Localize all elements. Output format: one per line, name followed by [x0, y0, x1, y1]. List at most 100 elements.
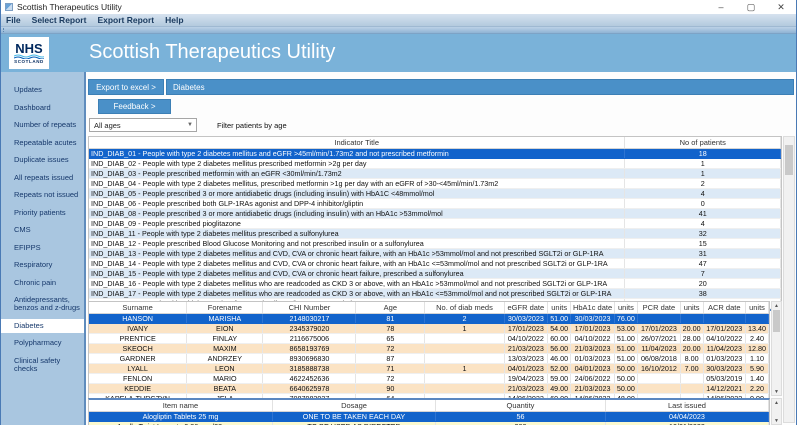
indicator-table: Indicator Title No of patients IND_DIAB_…: [88, 136, 782, 311]
sidebar-item-dashboard[interactable]: Dashboard: [1, 101, 84, 115]
sidebar-item-chronic-pain[interactable]: Chronic pain: [1, 276, 84, 290]
indicator-row[interactable]: IND_DIAB_15 - People with type 2 diabete…: [89, 268, 781, 278]
cell-egfr_date: 04/01/2023: [504, 363, 547, 373]
indicator-row[interactable]: IND_DIAB_16 - People with type 2 diabete…: [89, 278, 781, 288]
patient-row[interactable]: HANSONMARISHA214803021781230/03/202351.0…: [89, 313, 769, 323]
indicator-row[interactable]: IND_DIAB_03 - People prescribed metformi…: [89, 168, 781, 178]
cell-acr_date: 30/03/2023: [703, 363, 745, 373]
sidebar-item-repeats-not-issued[interactable]: Repeats not issued: [1, 188, 84, 202]
cell-forename: BEATA: [187, 383, 263, 393]
patient-table-scrollbar[interactable]: ▲ ▼: [771, 301, 782, 396]
indicator-row[interactable]: IND_DIAB_12 - People prescribed Blood Gl…: [89, 238, 781, 248]
sidebar-item-clinical-safety-checks[interactable]: Clinical safety checks: [1, 354, 84, 376]
item-row[interactable]: Alogliptin Tablets 25 mgONE TO BE TAKEN …: [89, 411, 769, 421]
sidebar-item-antidepressants-benzos-and-z-drugs[interactable]: Antidepressants, benzos and z-drugs: [1, 293, 84, 315]
indicator-row[interactable]: IND_DIAB_13 - People with type 2 diabete…: [89, 248, 781, 258]
patient-row[interactable]: GARDNERANDRZEY89306968308713/03/202346.0…: [89, 353, 769, 363]
cell-age: 65: [356, 333, 425, 343]
scroll-down-icon[interactable]: ▼: [772, 417, 781, 424]
scroll-handle[interactable]: [785, 145, 793, 175]
cell-egfr_units: 59.00: [547, 373, 571, 383]
indicator-row[interactable]: IND_DIAB_08 - People prescribed 3 or mor…: [89, 208, 781, 218]
feedback-button[interactable]: Feedback >: [98, 99, 171, 114]
sidebar-item-all-repeats-issued[interactable]: All repeats issued: [1, 171, 84, 185]
close-icon[interactable]: ✕: [766, 0, 796, 14]
indicator-row[interactable]: IND_DIAB_05 - People prescribed 3 or mor…: [89, 188, 781, 198]
patient-row[interactable]: IVANYEION234537902078117/01/202354.0017/…: [89, 323, 769, 333]
tool-strip: [1, 27, 796, 34]
cell-title: IND_DIAB_12 - People prescribed Blood Gl…: [89, 238, 625, 248]
cell-count: 7: [625, 268, 781, 278]
cell-title: IND_DIAB_01 - People with type 2 diabete…: [89, 148, 625, 158]
cell-surname: LYALL: [89, 363, 187, 373]
cell-pcr_date: 17/01/2023: [638, 323, 680, 333]
menu-help[interactable]: Help: [165, 15, 183, 25]
indicator-row[interactable]: IND_DIAB_09 - People prescribed pioglita…: [89, 218, 781, 228]
sidebar-item-number-of-repeats[interactable]: Number of repeats: [1, 118, 84, 132]
cell-dosage: ONE TO BE TAKEN EACH DAY: [272, 411, 435, 421]
grip-handle: [3, 28, 5, 32]
cell-pcr_date: [638, 383, 680, 393]
patient-row[interactable]: LYALLLEON318588873871104/01/202352.0004/…: [89, 363, 769, 373]
form-scrollbar[interactable]: [783, 136, 795, 423]
sidebar-item-priority-patients[interactable]: Priority patients: [1, 206, 84, 220]
scroll-up-icon[interactable]: ▲: [772, 302, 781, 309]
sidebar-item-polypharmacy[interactable]: Polypharmacy: [1, 336, 84, 350]
cell-pcr_units: [680, 373, 703, 383]
column-header: CHI Number: [263, 302, 356, 313]
cell-age: 90: [356, 383, 425, 393]
sidebar-item-respiratory[interactable]: Respiratory: [1, 258, 84, 272]
export-to-excel-button[interactable]: Export to excel >: [88, 79, 164, 95]
cell-hba1c_date: 01/03/2023: [571, 353, 614, 363]
indicator-row[interactable]: IND_DIAB_02 - People with type 2 diabete…: [89, 158, 781, 168]
indicator-row[interactable]: IND_DIAB_01 - People with type 2 diabete…: [89, 148, 781, 158]
item-table-scrollbar[interactable]: ▲ ▼: [771, 398, 782, 425]
cell-title: IND_DIAB_14 - People with type 2 diabete…: [89, 258, 625, 268]
cell-title: IND_DIAB_05 - People prescribed 3 or mor…: [89, 188, 625, 198]
scroll-up-icon[interactable]: ▲: [772, 399, 781, 406]
sidebar-item-duplicate-issues[interactable]: Duplicate issues: [1, 153, 84, 167]
menu-export-report[interactable]: Export Report: [97, 15, 154, 25]
cell-hba1c_units: 76.00: [614, 313, 638, 323]
column-header: PCR date: [638, 302, 680, 313]
cell-title: IND_DIAB_02 - People with type 2 diabete…: [89, 158, 625, 168]
sidebar-item-efipps[interactable]: EFIPPS: [1, 241, 84, 255]
indicator-row[interactable]: IND_DIAB_14 - People with type 2 diabete…: [89, 258, 781, 268]
patient-row[interactable]: PRENTICEFINLAY21166750066504/10/202260.0…: [89, 333, 769, 343]
minimize-icon[interactable]: –: [706, 0, 736, 14]
sidebar-item-repeatable-acutes[interactable]: Repeatable acutes: [1, 136, 84, 150]
scroll-down-icon[interactable]: ▼: [772, 388, 781, 395]
menu-select-report[interactable]: Select Report: [32, 15, 87, 25]
age-filter-select[interactable]: All ages ▼: [89, 118, 197, 132]
patient-row[interactable]: FENLONMARIO46224526367219/04/202359.0024…: [89, 373, 769, 383]
cell-chi: 4622452636: [263, 373, 356, 383]
maximize-icon[interactable]: ▢: [736, 0, 766, 14]
sidebar-item-diabetes[interactable]: Diabetes: [1, 319, 84, 333]
cell-pcr_date: 16/10/2012: [638, 363, 680, 373]
cell-pcr_date: 11/04/2023: [638, 343, 680, 353]
sidebar-item-updates[interactable]: Updates: [1, 83, 84, 97]
patient-row[interactable]: SKEOCHMAXIM86581937697221/03/202356.0021…: [89, 343, 769, 353]
indicator-row[interactable]: IND_DIAB_06 - People prescribed both GLP…: [89, 198, 781, 208]
cell-hba1c_date: 30/03/2023: [571, 313, 614, 323]
scroll-handle[interactable]: [773, 310, 780, 332]
menu-file[interactable]: File: [6, 15, 21, 25]
column-header: Age: [356, 302, 425, 313]
cell-name: Alogliptin Tablets 25 mg: [89, 411, 272, 421]
cell-hba1c_date: 24/06/2022: [571, 373, 614, 383]
indicator-row[interactable]: IND_DIAB_11 - People with type 2 diabete…: [89, 228, 781, 238]
cell-title: IND_DIAB_17 - People with type 2 diabete…: [89, 288, 625, 298]
cell-age: 81: [356, 313, 425, 323]
item-row[interactable]: Apollo Twist Lancets 0.36 mm/28 gaugeTO …: [89, 421, 769, 425]
sidebar-item-cms[interactable]: CMS: [1, 223, 84, 237]
indicator-row[interactable]: IND_DIAB_17 - People with type 2 diabete…: [89, 288, 781, 298]
column-header: units: [614, 302, 638, 313]
indicator-row[interactable]: IND_DIAB_04 - People with type 2 diabete…: [89, 178, 781, 188]
cell-forename: ANDRZEY: [187, 353, 263, 363]
patient-row[interactable]: KEDDIEBEATA66406259789021/03/202349.0021…: [89, 383, 769, 393]
cell-egfr_date: 21/03/2023: [504, 383, 547, 393]
cell-hba1c_units: 51.00: [614, 333, 638, 343]
cell-dosage: TO BE USED AS DIRECTED: [272, 421, 435, 425]
cell-hba1c_units: 53.00: [614, 323, 638, 333]
main-panel: Export to excel > Diabetes Feedback > Al…: [86, 72, 796, 425]
